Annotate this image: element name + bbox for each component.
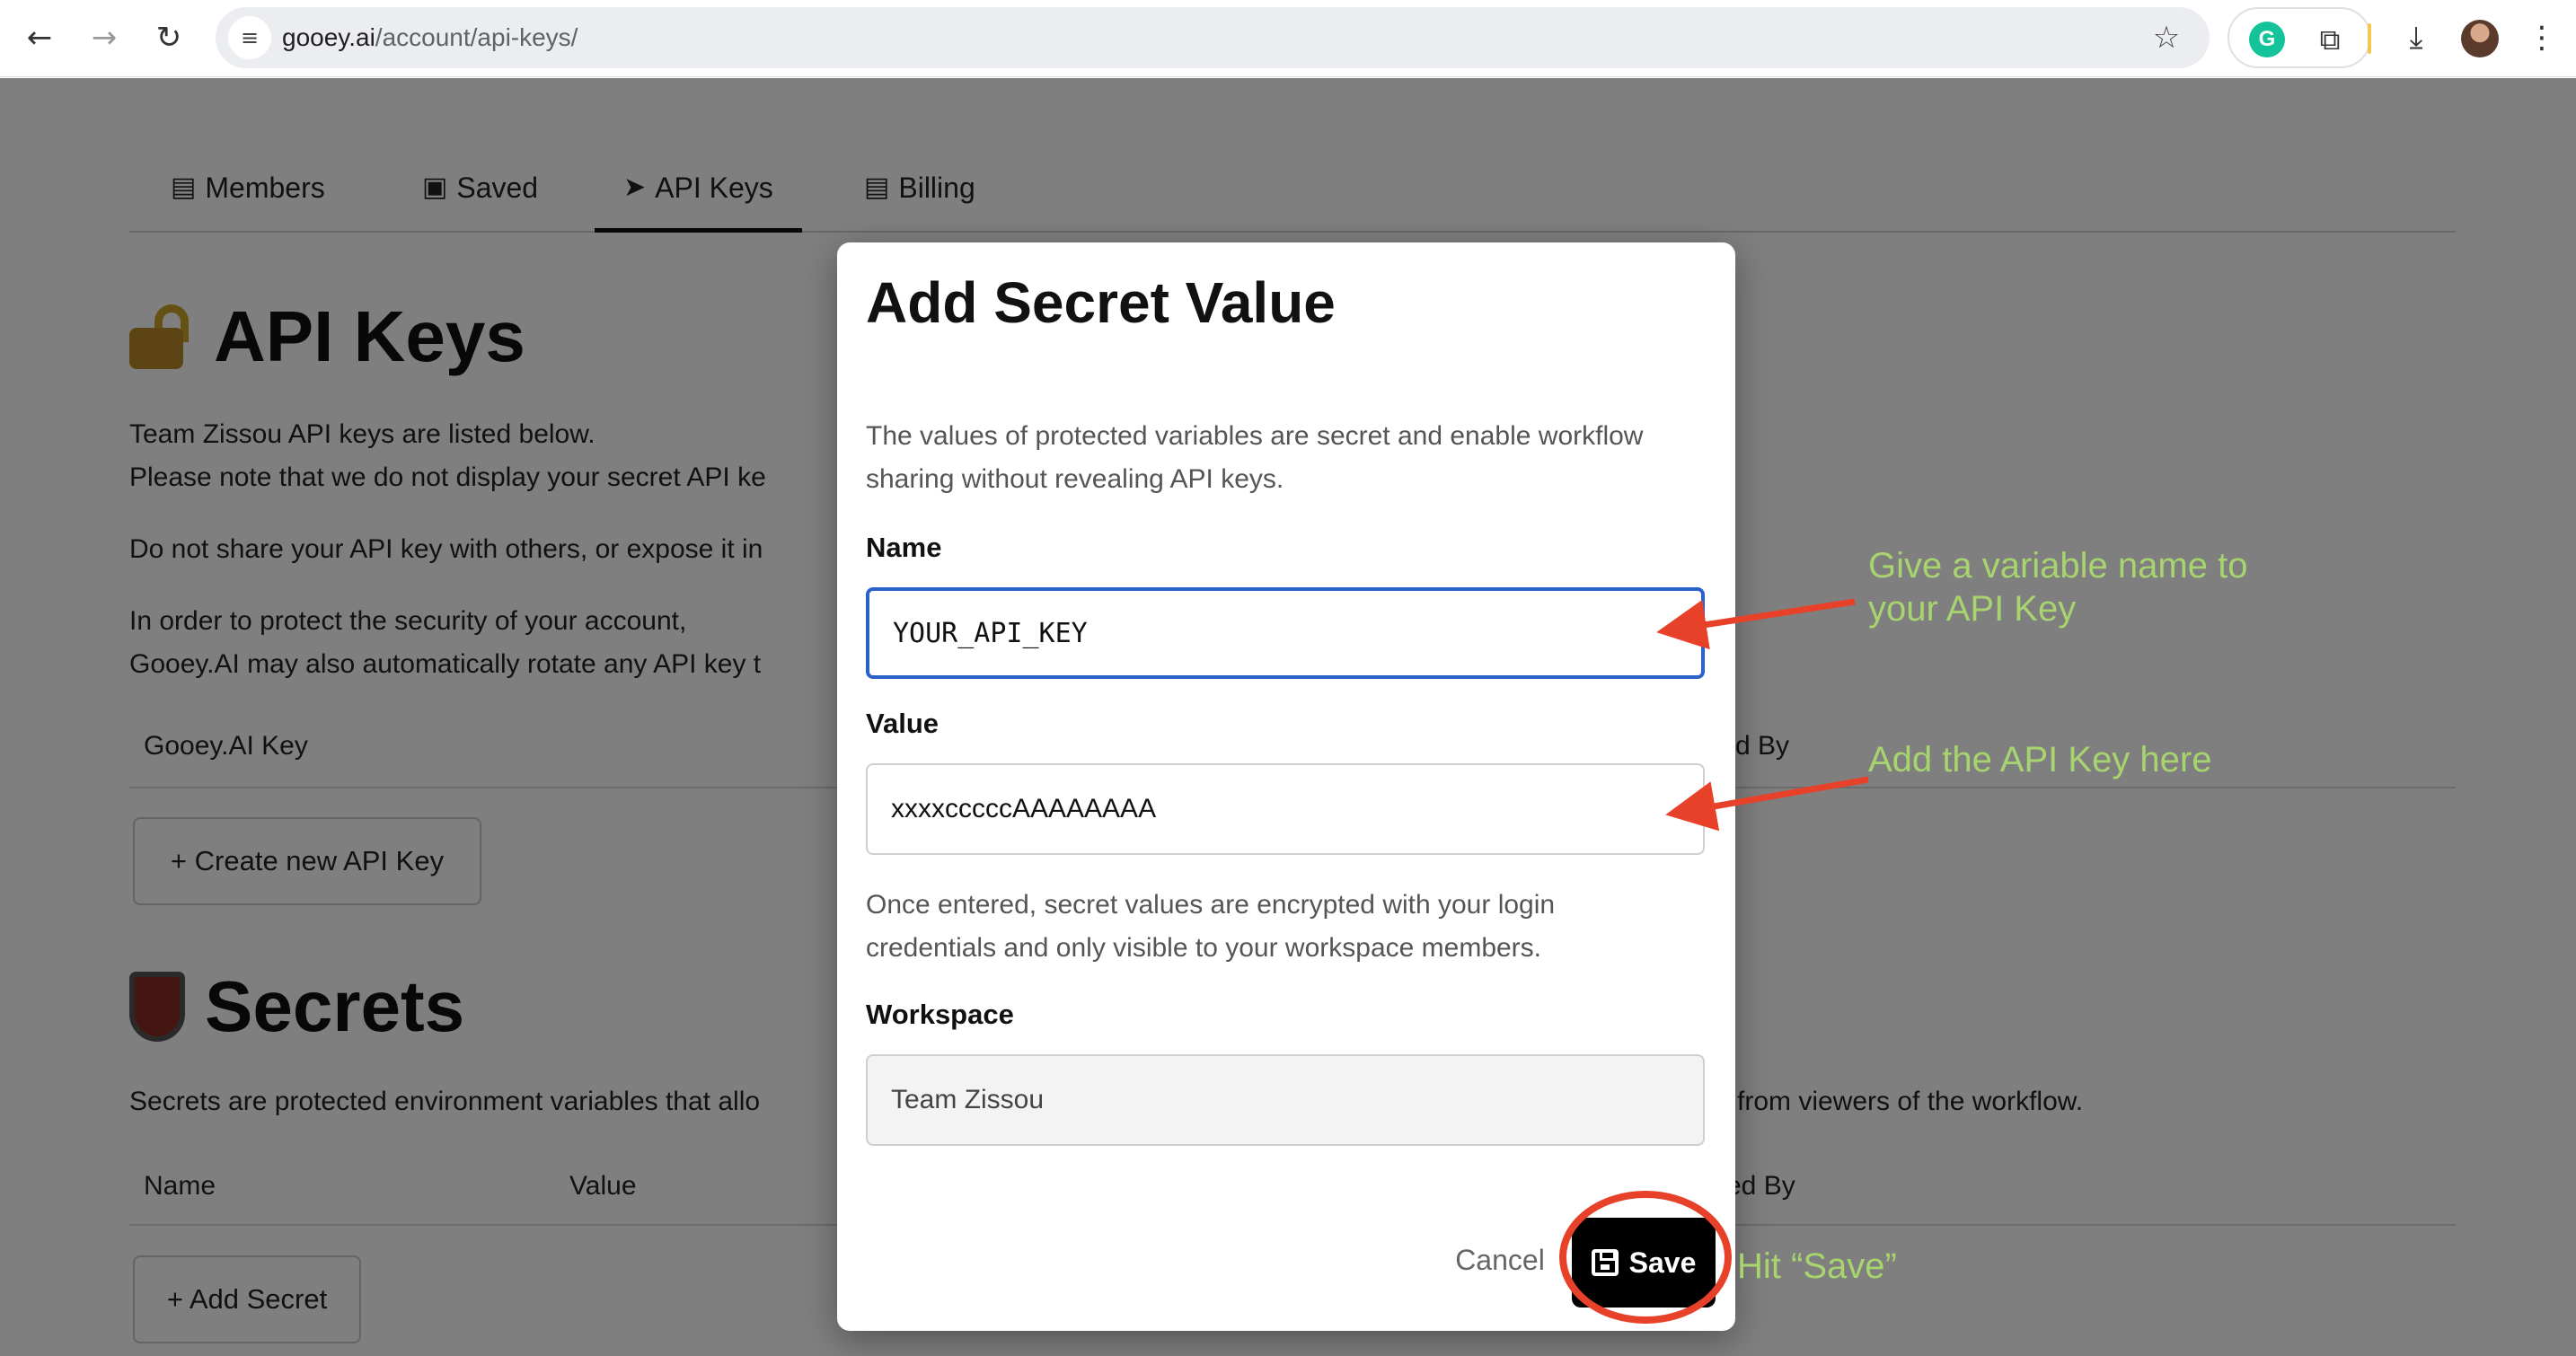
name-input[interactable]: YOUR_API_KEY: [866, 587, 1705, 679]
toolbar-divider: [2368, 23, 2371, 54]
reload-icon[interactable]: ↻: [147, 16, 190, 59]
encryption-note: Once entered, secret values are encrypte…: [866, 890, 1556, 963]
url-text[interactable]: gooey.ai/account/api-keys/: [282, 7, 578, 68]
back-icon[interactable]: ←: [18, 16, 61, 59]
value-input[interactable]: xxxxcccccAAAAAAAA: [866, 763, 1705, 855]
browser-menu-icon[interactable]: ⋮: [2524, 16, 2560, 59]
bookmark-star-icon[interactable]: ☆: [2145, 16, 2188, 59]
workspace-select[interactable]: Team Zissou: [866, 1054, 1705, 1146]
dialog-title: Add Secret Value: [866, 270, 1336, 335]
forward-icon[interactable]: →: [83, 16, 126, 59]
profile-avatar[interactable]: [2461, 20, 2499, 57]
save-button[interactable]: Save: [1572, 1218, 1716, 1308]
grammarly-extension-icon[interactable]: G: [2249, 22, 2285, 57]
extensions-puzzle-icon[interactable]: ⧉: [2310, 20, 2350, 59]
download-icon[interactable]: ⤓: [2395, 16, 2438, 59]
add-secret-dialog: Add Secret Value The values of protected…: [837, 242, 1735, 1331]
name-hint: Give a variable name to your API Key: [1868, 546, 2248, 629]
save-hint: Hit “Save”: [1737, 1246, 1897, 1286]
save-icon: [1591, 1249, 1619, 1276]
value-hint: Add the API Key here: [1868, 740, 2212, 779]
site-settings-icon[interactable]: ≡: [228, 16, 271, 59]
dialog-description: The values of protected variables are se…: [866, 421, 1644, 494]
address-bar[interactable]: ≡ gooey.ai/account/api-keys/ ☆: [216, 7, 2210, 68]
extensions-group: G ⧉: [2228, 7, 2371, 68]
browser-toolbar: ← → ↻ ≡ gooey.ai/account/api-keys/ ☆ G ⧉…: [0, 0, 2576, 77]
cancel-button[interactable]: Cancel: [1437, 1231, 1563, 1289]
workspace-label: Workspace: [866, 999, 1014, 1030]
value-label: Value: [866, 708, 939, 739]
name-label: Name: [866, 532, 942, 563]
